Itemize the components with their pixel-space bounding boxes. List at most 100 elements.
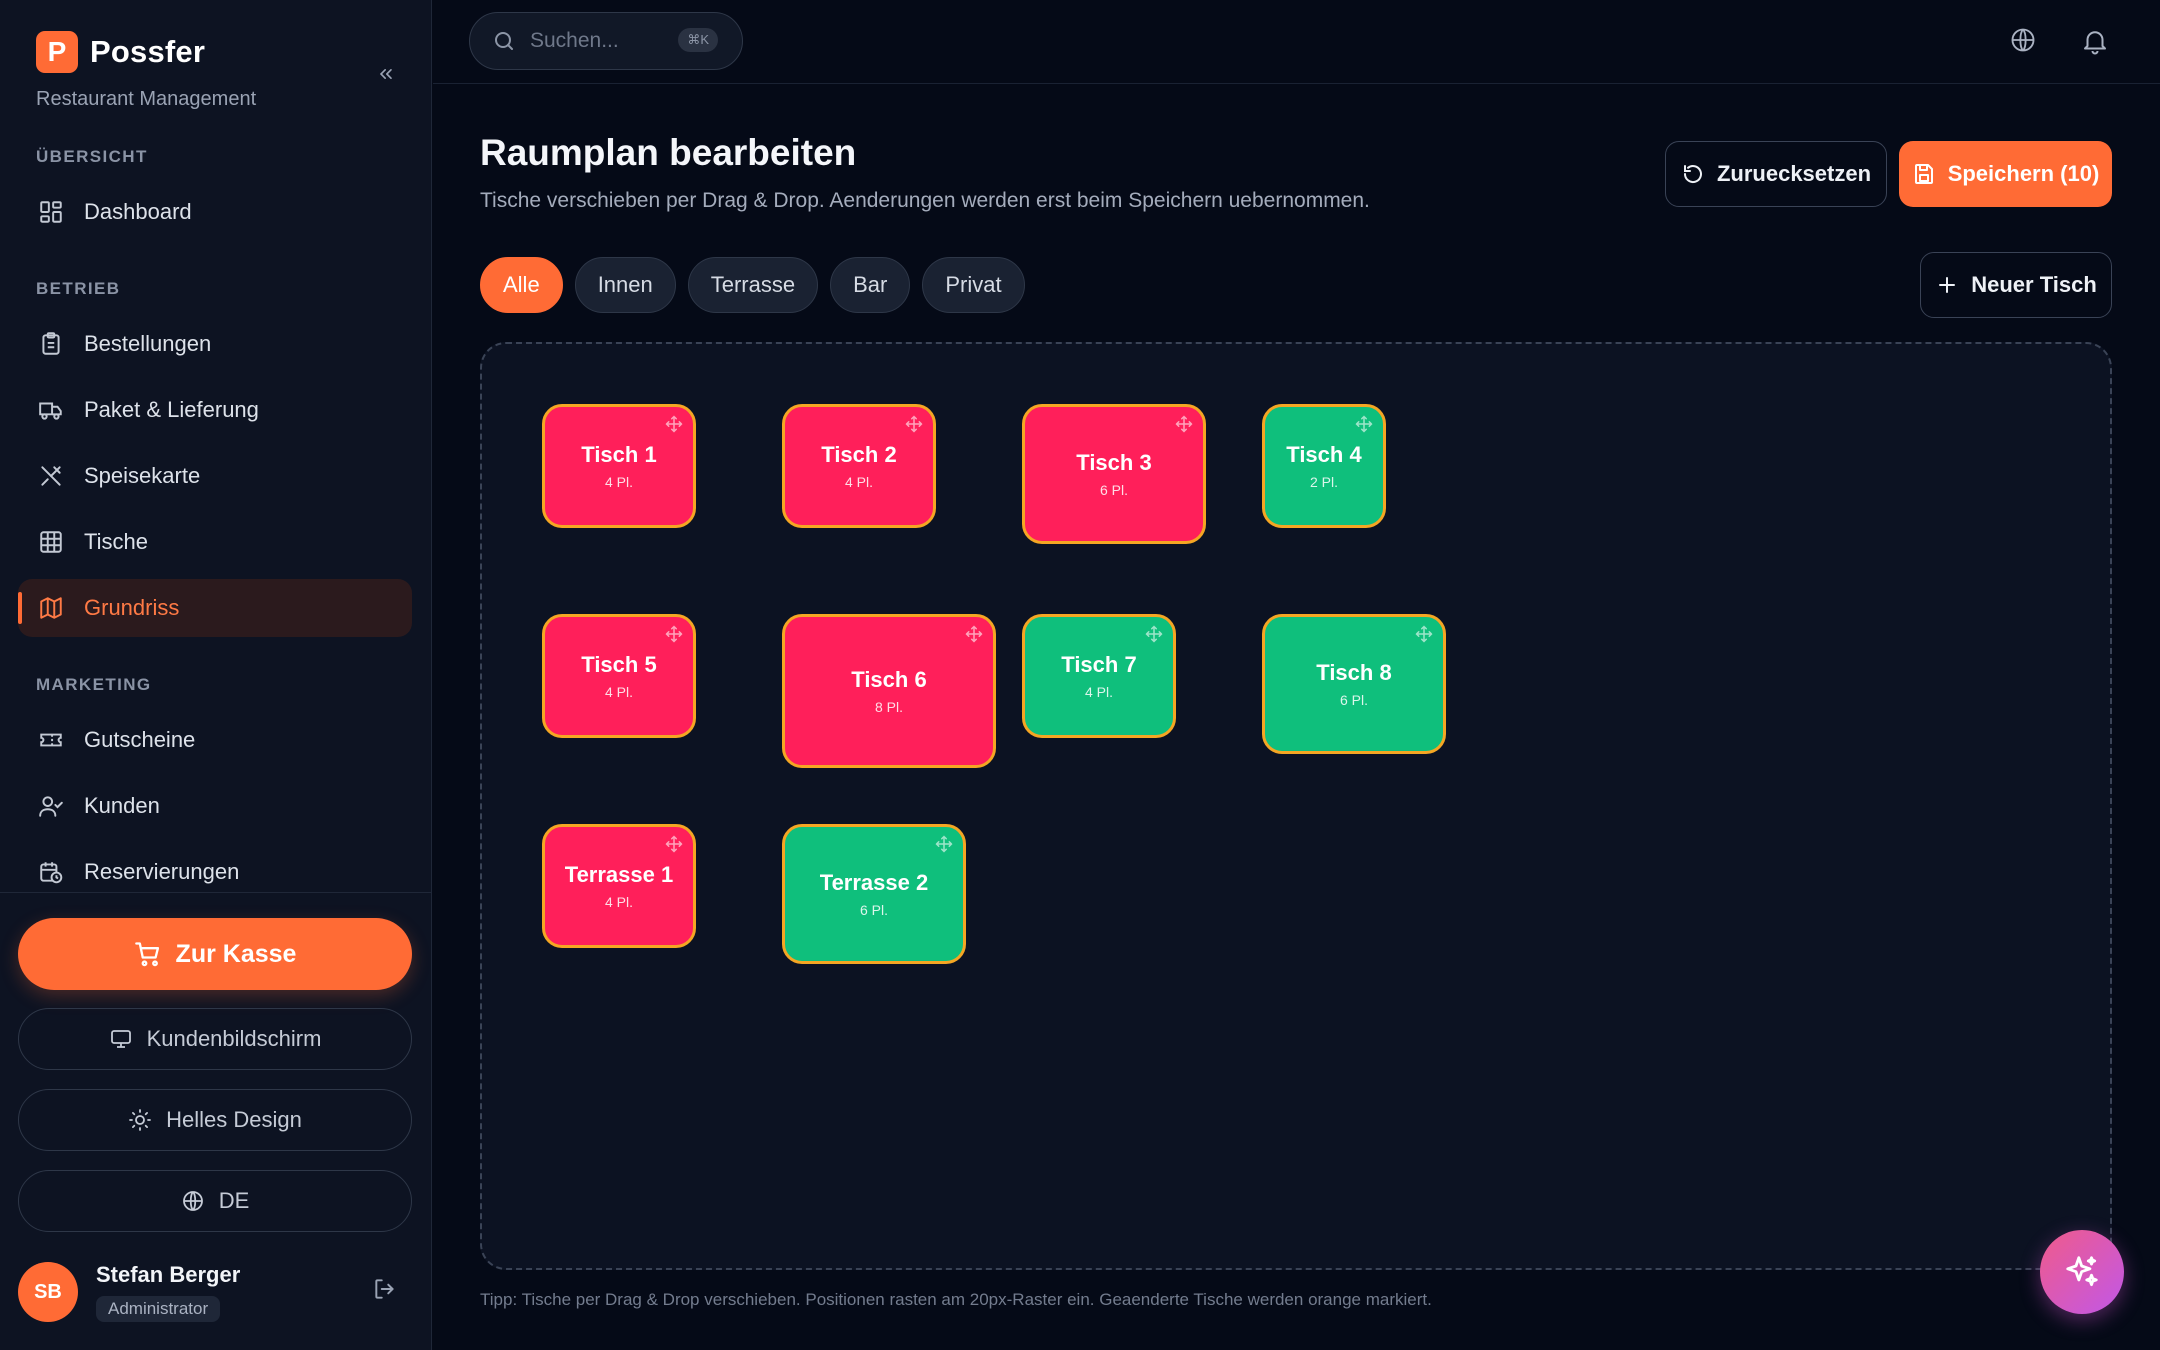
table-card[interactable]: Terrasse 2 6 Pl. (782, 824, 966, 964)
sidebar-item-customers[interactable]: Kunden (18, 777, 412, 835)
table-seats: 4 Pl. (604, 474, 633, 490)
move-icon[interactable] (1175, 415, 1193, 438)
table-name: Tisch 2 (821, 442, 897, 467)
search-placeholder: Suchen... (530, 29, 619, 52)
move-icon[interactable] (1415, 625, 1433, 648)
search-shortcut-badge: ⌘K (678, 28, 718, 52)
move-icon[interactable] (665, 625, 683, 648)
theme-toggle-button[interactable]: Helles Design (18, 1089, 412, 1151)
table-seats: 4 Pl. (604, 684, 633, 700)
table-name: Tisch 4 (1286, 442, 1362, 467)
utensils-icon (36, 461, 66, 491)
clipboard-icon (36, 329, 66, 359)
customer-screen-button[interactable]: Kundenbildschirm (18, 1008, 412, 1070)
globe-icon (182, 1191, 203, 1211)
cart-icon (134, 942, 159, 967)
table-card[interactable]: Tisch 6 8 Pl. (782, 614, 996, 768)
nav-section-operations: BETRIEB (36, 279, 121, 298)
table-name: Tisch 5 (581, 652, 657, 677)
table-seats: 4 Pl. (844, 474, 873, 490)
move-icon[interactable] (1355, 415, 1373, 438)
sidebar-item-label: Speisekarte (84, 463, 201, 488)
move-icon[interactable] (1145, 625, 1163, 648)
brand-logo: P (36, 31, 78, 73)
filter-all[interactable]: Alle (480, 257, 563, 313)
table-seats: 4 Pl. (1084, 684, 1113, 700)
new-table-label: Neuer Tisch (1971, 272, 2097, 297)
grid-icon (36, 527, 66, 557)
dashboard-icon (36, 197, 66, 227)
sidebar-item-label: Bestellungen (84, 331, 212, 356)
ai-assistant-button[interactable] (2040, 1230, 2124, 1314)
sidebar-item-label: Gutscheine (84, 727, 196, 752)
move-icon[interactable] (965, 625, 983, 648)
sidebar-item-dashboard[interactable]: Dashboard (18, 183, 412, 241)
brand[interactable]: P Possfer (36, 31, 205, 73)
sidebar-item-label: Grundriss (84, 595, 180, 620)
sun-icon (129, 1109, 152, 1131)
reset-button[interactable]: Zuruecksetzen (1665, 141, 1887, 207)
table-name: Tisch 7 (1061, 652, 1137, 677)
table-card[interactable]: Tisch 7 4 Pl. (1022, 614, 1176, 738)
table-name: Tisch 8 (1316, 660, 1392, 685)
table-seats: 6 Pl. (1099, 482, 1128, 498)
table-name: Terrasse 2 (819, 870, 929, 895)
filter-indoor[interactable]: Innen (574, 257, 676, 313)
sidebar-item-floorplan[interactable]: Grundriss (18, 579, 412, 637)
avatar: SB (18, 1262, 78, 1322)
language-globe-icon[interactable] (2009, 26, 2037, 59)
sidebar-item-orders[interactable]: Bestellungen (18, 315, 412, 373)
search-input[interactable]: Suchen... ⌘K (469, 12, 743, 70)
user-profile[interactable]: SB Stefan Berger Administrator (18, 1262, 240, 1322)
area-filter-tabs: Alle Innen Terrasse Bar Privat (480, 257, 1025, 313)
sidebar-item-menu[interactable]: Speisekarte (18, 447, 412, 505)
floorplan-hint: Tipp: Tische per Drag & Drop verschieben… (480, 1290, 1432, 1309)
table-card[interactable]: Tisch 4 2 Pl. (1262, 404, 1386, 528)
save-button[interactable]: Speichern (10) (1899, 141, 2112, 207)
table-card[interactable]: Tisch 2 4 Pl. (782, 404, 936, 528)
reset-label: Zuruecksetzen (1716, 161, 1872, 186)
new-table-button[interactable]: Neuer Tisch (1920, 252, 2112, 318)
table-card[interactable]: Terrasse 1 4 Pl. (542, 824, 696, 948)
move-icon[interactable] (665, 835, 683, 858)
plus-icon (1939, 277, 1956, 293)
table-seats: 6 Pl. (859, 902, 888, 918)
table-card[interactable]: Tisch 1 4 Pl. (542, 404, 696, 528)
sidebar-item-label: Dashboard (84, 199, 192, 224)
sidebar: P Possfer Restaurant Management ÜBERSICH… (0, 0, 432, 1350)
table-name: Tisch 6 (851, 667, 927, 692)
page-description: Tische verschieben per Drag & Drop. Aend… (480, 189, 1370, 212)
table-card[interactable]: Tisch 5 4 Pl. (542, 614, 696, 738)
user-role-badge: Administrator (96, 1296, 221, 1322)
language-button[interactable]: DE (18, 1170, 412, 1232)
table-name: Tisch 3 (1076, 450, 1152, 475)
move-icon[interactable] (665, 415, 683, 438)
checkout-label: Zur Kasse (175, 939, 297, 968)
save-icon (1914, 164, 1933, 184)
logout-icon[interactable] (372, 1276, 398, 1307)
filter-terrace[interactable]: Terrasse (687, 257, 819, 313)
collapse-sidebar-icon[interactable] (370, 58, 402, 90)
truck-icon (36, 395, 66, 425)
sidebar-item-delivery[interactable]: Paket & Lieferung (18, 381, 412, 439)
bell-icon[interactable] (2080, 26, 2110, 61)
sidebar-item-vouchers[interactable]: Gutscheine (18, 711, 412, 769)
table-seats: 8 Pl. (874, 699, 903, 715)
brand-name: Possfer (90, 34, 206, 69)
nav-section-overview: ÜBERSICHT (36, 147, 148, 166)
sidebar-item-tables[interactable]: Tische (18, 513, 412, 571)
filter-bar[interactable]: Bar (830, 257, 911, 313)
floorplan-canvas[interactable]: Tisch 1 4 Pl. Tisch 2 4 Pl. Tisch 3 6 Pl… (480, 342, 2112, 1270)
checkout-button[interactable]: Zur Kasse (18, 918, 412, 990)
nav-section-marketing: MARKETING (36, 675, 152, 694)
table-card[interactable]: Tisch 8 6 Pl. (1262, 614, 1446, 754)
sidebar-item-label: Kunden (84, 793, 160, 818)
page-title: Raumplan bearbeiten (480, 132, 857, 173)
table-card[interactable]: Tisch 3 6 Pl. (1022, 404, 1206, 544)
language-label: DE (218, 1188, 250, 1213)
filter-private[interactable]: Privat (922, 257, 1025, 313)
table-name: Terrasse 1 (564, 862, 674, 887)
user-name: Stefan Berger (96, 1262, 241, 1287)
move-icon[interactable] (935, 835, 953, 858)
move-icon[interactable] (905, 415, 923, 438)
